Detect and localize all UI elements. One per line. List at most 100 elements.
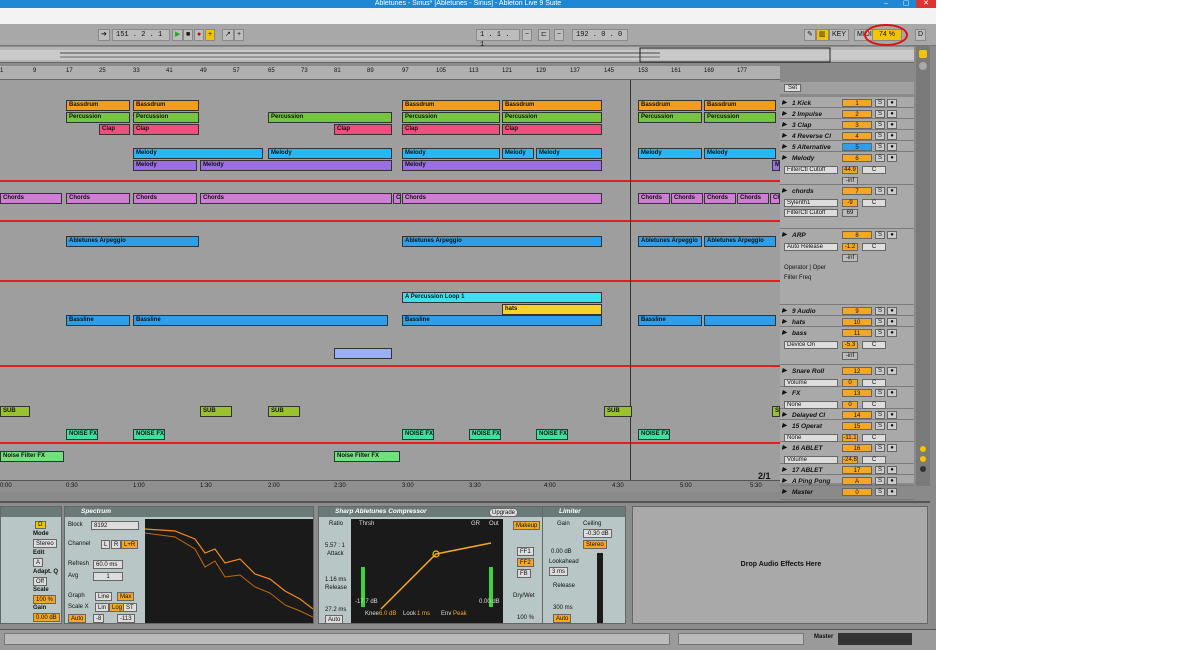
ceiling-value[interactable]: -0.30 dB <box>583 529 612 538</box>
track-activator[interactable]: 2 <box>842 110 872 118</box>
arm-button[interactable]: ● <box>887 143 897 151</box>
track-header[interactable]: 3 Clap 3S● <box>780 119 914 130</box>
arrangement-clip[interactable]: NOISE FX <box>133 429 165 440</box>
track-pan[interactable]: C <box>862 379 886 387</box>
automation-chooser[interactable]: FilterCtl Cutoff <box>784 209 838 217</box>
solo-button[interactable]: S <box>875 187 885 195</box>
arrangement-clip[interactable]: Percussion <box>133 112 199 123</box>
solo-button[interactable]: S <box>875 466 885 474</box>
scalex-st-button[interactable]: ST <box>123 603 137 612</box>
ff1-button[interactable]: FF1 <box>517 547 534 556</box>
maximize-button[interactable]: ▢ <box>896 0 916 8</box>
arrangement-clip[interactable]: Melody <box>704 148 776 159</box>
automation-arm-icon[interactable]: ↗ <box>222 29 234 41</box>
lookahead-select[interactable]: 3 ms <box>549 567 569 576</box>
arm-button[interactable]: ● <box>887 318 897 326</box>
track-activator[interactable]: 9 <box>842 307 872 315</box>
drywet-value[interactable]: 100 % <box>517 615 534 621</box>
arrangement-clip[interactable]: Bassdrum <box>66 100 130 111</box>
solo-button[interactable]: S <box>875 389 885 397</box>
solo-button[interactable]: S <box>875 231 885 239</box>
arrangement-clip[interactable]: Melody <box>133 160 197 171</box>
solo-button[interactable]: S <box>875 132 885 140</box>
thresh-value[interactable]: -17.7 dB <box>355 599 378 605</box>
arrangement-clip[interactable]: Chords <box>66 193 130 204</box>
channel-l-button[interactable]: L <box>101 540 111 549</box>
solo-button[interactable]: S <box>875 411 885 419</box>
arrangement-clip[interactable]: Percussion <box>268 112 392 123</box>
arm-button[interactable]: ● <box>887 110 897 118</box>
punch-out-icon[interactable]: ~ <box>554 29 565 41</box>
limiter-gain-value[interactable]: 0.00 dB <box>551 549 572 555</box>
arrangement-clip[interactable]: hats <box>502 304 602 315</box>
look-value[interactable]: 1 ms <box>417 611 430 617</box>
arrangement-clip[interactable]: Me <box>772 160 780 171</box>
track-volume[interactable]: -5.3 <box>842 341 858 349</box>
arm-button[interactable]: ● <box>887 477 897 485</box>
solo-button[interactable]: S <box>875 143 885 151</box>
arrangement-position[interactable]: 151 . 2 . 1 <box>112 29 170 41</box>
track-name[interactable]: chords <box>782 187 838 196</box>
channel-r-button[interactable]: R <box>111 540 122 549</box>
arrangement-clip[interactable]: Bassline <box>638 315 702 326</box>
master-mini-mixer[interactable] <box>838 633 912 645</box>
fb-button[interactable]: FB <box>517 569 531 578</box>
solo-button[interactable]: S <box>875 99 885 107</box>
arm-button[interactable]: ● <box>887 154 897 162</box>
track-activator[interactable]: 3 <box>842 121 872 129</box>
track-volume[interactable]: -24.8 <box>842 456 858 464</box>
solo-button[interactable]: S <box>875 477 885 485</box>
arrangement-clip[interactable]: Percussion <box>638 112 702 123</box>
arrangement-clip[interactable]: Chords <box>737 193 769 204</box>
track-activator[interactable]: 12 <box>842 367 872 375</box>
track-header[interactable]: 4 Reverse Cl 4S● <box>780 130 914 141</box>
arrangement-clip[interactable]: Percussion <box>66 112 130 123</box>
track-activator[interactable]: A <box>842 477 872 485</box>
solo-button[interactable]: S <box>875 488 885 496</box>
track-name[interactable]: 1 Kick <box>782 99 838 108</box>
solo-button[interactable]: S <box>875 307 885 315</box>
arrangement-clip[interactable]: Abletunes Arpeggio <box>66 236 199 247</box>
arrangement-clip[interactable]: Bassdrum <box>133 100 199 111</box>
automation-chooser[interactable]: Auto Release <box>784 243 838 251</box>
arrangement-clip[interactable]: Bassdrum <box>704 100 776 111</box>
track-name[interactable]: 9 Audio <box>782 307 838 316</box>
solo-button[interactable]: S <box>875 110 885 118</box>
eq-edit-select[interactable]: A <box>33 558 44 567</box>
track-name[interactable]: bass <box>782 329 838 338</box>
track-activator[interactable]: 17 <box>842 466 872 474</box>
arm-button[interactable]: ● <box>887 99 897 107</box>
automation-chooser[interactable]: None <box>784 434 838 442</box>
refresh-field[interactable]: 60.0 ms <box>93 560 123 569</box>
track-name[interactable]: ARP <box>782 231 838 240</box>
arrangement-clip[interactable]: C <box>393 193 401 204</box>
stop-button[interactable]: ■ <box>183 29 194 41</box>
solo-button[interactable]: S <box>875 444 885 452</box>
eq-mode-toggle[interactable]: Ω <box>35 521 46 529</box>
track-volume[interactable]: -11.1 <box>842 434 858 442</box>
arrangement-clip[interactable]: Chords <box>704 193 736 204</box>
eq-scale-value[interactable]: 100 % <box>33 595 57 604</box>
arm-button[interactable]: ● <box>887 132 897 140</box>
track-activator[interactable]: 10 <box>842 318 872 326</box>
overview-bar[interactable] <box>0 47 914 63</box>
compressor-auto-button[interactable]: Auto <box>325 615 344 624</box>
track-name[interactable]: 4 Reverse Cl <box>782 132 838 141</box>
arrangement-clip[interactable]: SUB <box>200 406 232 417</box>
arrangement-clip[interactable]: Melody <box>638 148 702 159</box>
track-pan[interactable]: C <box>862 199 886 207</box>
automation-chooser[interactable]: Device On <box>784 341 838 349</box>
track-header[interactable]: chords 7S● Sylenth1 -9 C FilterCtl Cutoff 69 <box>780 185 914 229</box>
close-button[interactable]: ✕ <box>916 0 936 8</box>
track-name[interactable]: 5 Alternative <box>782 143 838 152</box>
follow-arrow-icon[interactable]: ➔ <box>98 29 110 41</box>
arrangement-clip[interactable]: SUB <box>0 406 30 417</box>
attack-value[interactable]: 1.16 ms <box>325 577 346 583</box>
arrangement-clip[interactable]: NOISE FX <box>66 429 98 440</box>
arrangement-clip[interactable]: Melody <box>200 160 392 171</box>
track-header[interactable]: 17 ABLET 17S● <box>780 464 914 475</box>
ff2-button[interactable]: FF2 <box>517 558 534 567</box>
spectrum-range-max[interactable]: -113 <box>117 614 135 623</box>
arrangement-clip[interactable]: Melody <box>133 148 263 159</box>
track-activator[interactable]: 5 <box>842 143 872 151</box>
